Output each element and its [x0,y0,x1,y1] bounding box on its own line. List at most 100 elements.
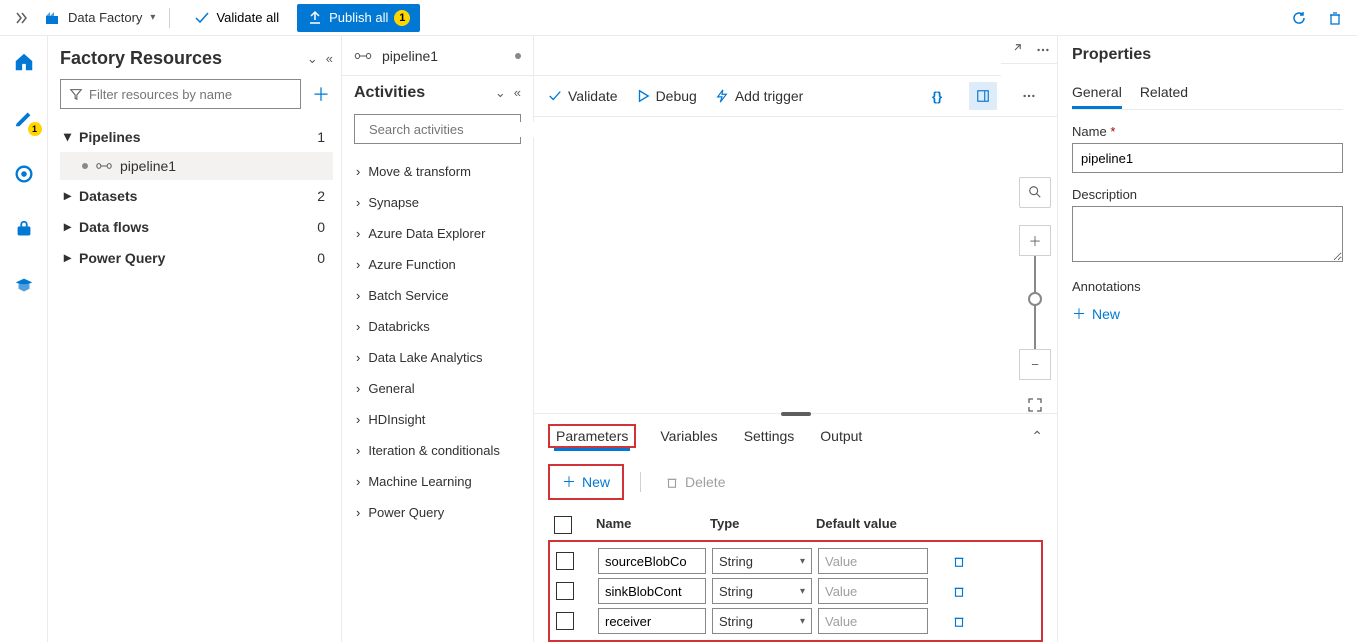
rail-home[interactable] [4,42,44,82]
param-type-select[interactable]: String▾ [712,608,812,634]
properties-title: Properties [1072,46,1343,64]
rail-manage[interactable] [4,210,44,250]
expand-collapse-icon[interactable]: ⌄ [307,51,318,67]
description-label: Description [1072,187,1343,202]
add-trigger-button[interactable]: Add trigger [715,88,803,104]
caret-right-icon: › [356,288,360,303]
param-name-input[interactable] [598,608,706,634]
activity-group[interactable]: ›Iteration & conditionals [354,435,521,466]
resources-title: Factory Resources [60,48,222,69]
more-menu-button[interactable] [1029,36,1057,64]
unsaved-dot-icon [515,53,521,59]
zoom-in-button[interactable]: ＋ [1019,225,1051,256]
row-checkbox[interactable] [556,582,574,600]
collapse-bottom-panel-button[interactable]: ⌃ [1031,428,1043,445]
activity-group[interactable]: ›Synapse [354,187,521,218]
expand-collapse-icon[interactable]: ⌄ [495,85,506,101]
activity-group[interactable]: ›Databricks [354,311,521,342]
activity-group[interactable]: ›General [354,373,521,404]
col-default: Default value [816,516,926,534]
param-type-select[interactable]: String▾ [712,548,812,574]
select-all-checkbox[interactable] [554,516,572,534]
activity-group[interactable]: ›Move & transform [354,156,521,187]
play-icon [636,89,650,103]
rail-learn[interactable] [4,266,44,306]
row-delete-button[interactable] [934,614,984,628]
param-default-input[interactable]: Value [818,548,928,574]
collapse-panel-icon[interactable]: « [514,85,521,101]
add-annotation-button[interactable]: ＋ New [1072,304,1120,324]
chevron-down-icon: ▾ [800,616,805,627]
add-resource-button[interactable]: ＋ [309,82,333,106]
top-toolbar: Data Factory ▾ Validate all Publish all … [0,0,1357,36]
tree-group-powerquery[interactable]: ▸Power Query 0 [60,242,333,273]
activity-group[interactable]: ›HDInsight [354,404,521,435]
delete-parameter-button[interactable]: Delete [657,470,733,494]
caret-right-icon: › [356,474,360,489]
row-delete-button[interactable] [934,554,984,568]
tree-group-dataflows[interactable]: ▸Data flows 0 [60,211,333,242]
filter-text[interactable] [89,87,292,102]
json-view-button[interactable]: {} [923,82,951,110]
tab-variables[interactable]: Variables [658,424,719,448]
caret-right-icon: ▸ [64,249,71,266]
tree-group-datasets[interactable]: ▸Datasets 2 [60,180,333,211]
search-activities-text[interactable] [369,122,545,137]
parameter-row: String▾ Value [550,576,1041,606]
expand-chevrons-button[interactable] [8,4,36,32]
param-name-input[interactable] [598,578,706,604]
properties-toggle-button[interactable] [969,82,997,110]
activity-group[interactable]: ›Azure Function [354,249,521,280]
tree-item-pipeline1[interactable]: pipeline1 [60,152,333,180]
activity-group[interactable]: ›Data Lake Analytics [354,342,521,373]
pipeline-name-input[interactable] [1072,143,1343,173]
breadcrumb[interactable]: Data Factory [68,10,142,25]
prop-tab-related[interactable]: Related [1140,78,1188,109]
rail-author[interactable]: 1 [4,98,44,138]
description-textarea[interactable] [1072,206,1343,262]
validate-all-button[interactable]: Validate all [184,6,289,30]
filter-icon [69,87,83,101]
rail-monitor[interactable] [4,154,44,194]
caret-right-icon: › [356,381,360,396]
publish-all-button[interactable]: Publish all 1 [297,4,420,32]
more-menu-button[interactable] [1015,82,1043,110]
param-default-input[interactable]: Value [818,578,928,604]
validate-all-label: Validate all [216,10,279,25]
tab-output[interactable]: Output [818,424,864,448]
tab-settings[interactable]: Settings [742,424,797,448]
activity-group[interactable]: ›Machine Learning [354,466,521,497]
expand-canvas-button[interactable] [1001,36,1029,64]
param-default-input[interactable]: Value [818,608,928,634]
param-name-input[interactable] [598,548,706,574]
discard-button[interactable] [1321,4,1349,32]
fit-to-screen-button[interactable] [1027,397,1043,413]
refresh-button[interactable] [1285,4,1313,32]
filter-resources-input[interactable] [60,79,301,109]
debug-button[interactable]: Debug [636,88,697,104]
caret-right-icon: › [356,350,360,365]
open-tab-label[interactable]: pipeline1 [382,48,438,64]
validate-button[interactable]: Validate [548,88,618,104]
search-activities-input[interactable] [354,114,521,144]
resize-handle[interactable] [781,412,811,416]
activity-group[interactable]: ›Azure Data Explorer [354,218,521,249]
row-delete-button[interactable] [934,584,984,598]
tree-group-pipelines[interactable]: ▾Pipelines 1 [60,121,333,152]
param-type-select[interactable]: String▾ [712,578,812,604]
zoom-out-button[interactable]: − [1019,349,1051,380]
col-type: Type [710,516,810,534]
caret-right-icon: ▸ [64,187,71,204]
activity-group[interactable]: ›Batch Service [354,280,521,311]
row-checkbox[interactable] [556,552,574,570]
activity-group[interactable]: ›Power Query [354,497,521,528]
pipeline-canvas[interactable] [534,117,1013,413]
collapse-panel-icon[interactable]: « [326,51,333,67]
canvas-search-button[interactable] [1019,177,1051,208]
zoom-slider[interactable] [1034,256,1036,349]
chevron-down-icon[interactable]: ▾ [150,12,155,23]
prop-tab-general[interactable]: General [1072,78,1122,109]
tab-parameters[interactable]: Parameters [554,424,630,451]
new-parameter-button[interactable]: ＋ New [554,468,618,496]
row-checkbox[interactable] [556,612,574,630]
